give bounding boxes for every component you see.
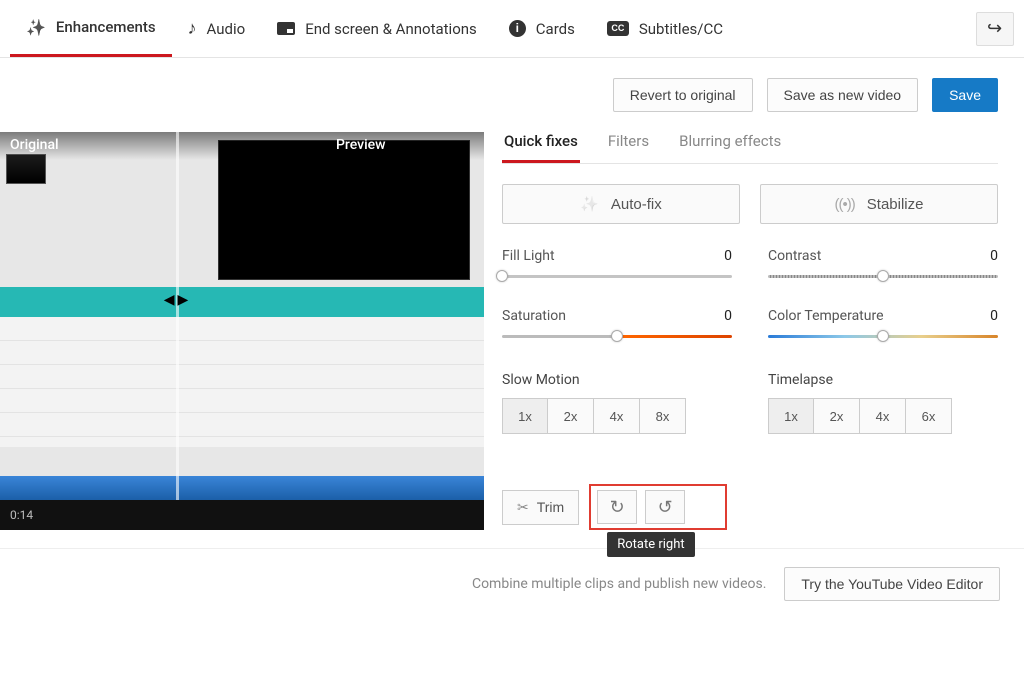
revert-button[interactable]: Revert to original (613, 78, 753, 112)
slider-value: 0 (724, 248, 732, 264)
slider-thumb[interactable] (611, 330, 623, 342)
autofix-button[interactable]: Auto-fix (502, 184, 740, 224)
rotate-box: ↻ ↺ Rotate right (589, 484, 727, 530)
action-row: Revert to original Save as new video Sav… (0, 58, 1024, 132)
slider-color-temp: Color Temperature 0 (768, 308, 998, 342)
preview-label: Preview (176, 132, 484, 160)
slider-track[interactable] (768, 270, 998, 282)
tab-label: Subtitles/CC (639, 20, 723, 38)
slow-motion-block: Slow Motion 1x 2x 4x 8x (502, 372, 732, 434)
tab-cards[interactable]: Cards (493, 0, 591, 57)
timelapse-segments: 1x 2x 4x 6x (768, 398, 998, 434)
music-note-icon (188, 18, 197, 39)
subtab-blurring[interactable]: Blurring effects (677, 132, 783, 163)
stabilize-label: Stabilize (867, 196, 924, 213)
slider-value: 0 (990, 308, 998, 324)
tab-label: Audio (207, 20, 246, 38)
tab-end-screen[interactable]: End screen & Annotations (261, 0, 493, 57)
tooltip: Rotate right (607, 532, 694, 557)
tab-label: Enhancements (56, 18, 156, 36)
tab-subtitles[interactable]: Subtitles/CC (591, 0, 739, 57)
slider-track[interactable] (502, 330, 732, 342)
timelapse-2x[interactable]: 2x (814, 398, 860, 434)
slider-thumb[interactable] (877, 270, 889, 282)
wand-icon (26, 18, 46, 37)
compare-divider[interactable] (176, 132, 179, 500)
slider-value: 0 (724, 308, 732, 324)
slider-label: Fill Light (502, 248, 555, 264)
time-label: 0:14 (10, 508, 33, 522)
preview-labels: Original Preview (0, 132, 484, 160)
autofix-label: Auto-fix (611, 196, 662, 213)
timelapse-block: Timelapse 1x 2x 4x 6x (768, 372, 998, 434)
scrubber[interactable]: 0:14 (0, 500, 484, 530)
footer: Combine multiple clips and publish new v… (0, 548, 1024, 601)
slider-fill-light: Fill Light 0 (502, 248, 732, 282)
subtabs: Quick fixes Filters Blurring effects (502, 132, 998, 164)
rotate-right-button[interactable]: ↻ (597, 490, 637, 524)
preview-pane: Original Preview ◀▶ 0:14 (0, 132, 484, 530)
stabilize-icon (835, 196, 855, 213)
save-as-new-button[interactable]: Save as new video (767, 78, 919, 112)
slider-label: Contrast (768, 248, 821, 264)
save-button[interactable]: Save (932, 78, 998, 112)
timelapse-4x[interactable]: 4x (860, 398, 906, 434)
tab-label: End screen & Annotations (305, 20, 477, 38)
tab-label: Cards (536, 20, 575, 38)
info-icon (509, 20, 526, 37)
timelapse-label: Timelapse (768, 372, 998, 388)
original-label: Original (0, 132, 176, 160)
slider-label: Saturation (502, 308, 566, 324)
stabilize-button[interactable]: Stabilize (760, 184, 998, 224)
back-button[interactable] (976, 12, 1014, 46)
slider-saturation: Saturation 0 (502, 308, 732, 342)
tab-enhancements[interactable]: Enhancements (10, 0, 172, 57)
slowmo-8x[interactable]: 8x (640, 398, 686, 434)
cc-icon (607, 21, 629, 36)
enhancements-panel: Quick fixes Filters Blurring effects Aut… (502, 132, 1024, 530)
wand-icon (580, 195, 599, 213)
rotate-right-icon: ↻ (610, 497, 625, 518)
slow-motion-label: Slow Motion (502, 372, 732, 388)
slider-track[interactable] (502, 270, 732, 282)
tab-audio[interactable]: Audio (172, 0, 262, 57)
timelapse-6x[interactable]: 6x (906, 398, 952, 434)
compare-handles[interactable]: ◀▶ (164, 292, 189, 308)
trim-label: Trim (537, 499, 564, 515)
slowmo-4x[interactable]: 4x (594, 398, 640, 434)
slowmo-1x[interactable]: 1x (502, 398, 548, 434)
rotate-left-icon: ↺ (658, 497, 673, 518)
subtab-quick-fixes[interactable]: Quick fixes (502, 132, 580, 163)
slider-label: Color Temperature (768, 308, 884, 324)
footer-msg: Combine multiple clips and publish new v… (472, 576, 766, 592)
subtab-filters[interactable]: Filters (606, 132, 651, 163)
slider-thumb[interactable] (496, 270, 508, 282)
bottom-tools: Trim ↻ ↺ Rotate right (502, 484, 998, 530)
slow-motion-segments: 1x 2x 4x 8x (502, 398, 732, 434)
timelapse-1x[interactable]: 1x (768, 398, 814, 434)
slider-contrast: Contrast 0 (768, 248, 998, 282)
slowmo-2x[interactable]: 2x (548, 398, 594, 434)
slider-track[interactable] (768, 330, 998, 342)
top-nav: Enhancements Audio End screen & Annotati… (0, 0, 1024, 58)
scissors-icon (517, 499, 529, 516)
try-video-editor-button[interactable]: Try the YouTube Video Editor (784, 567, 1000, 601)
slider-value: 0 (990, 248, 998, 264)
arrow-back-icon (987, 18, 1002, 39)
end-screen-icon (277, 22, 295, 35)
rotate-left-button[interactable]: ↺ (645, 490, 685, 524)
video-preview[interactable] (0, 132, 484, 500)
slider-thumb[interactable] (877, 330, 889, 342)
trim-button[interactable]: Trim (502, 490, 579, 525)
